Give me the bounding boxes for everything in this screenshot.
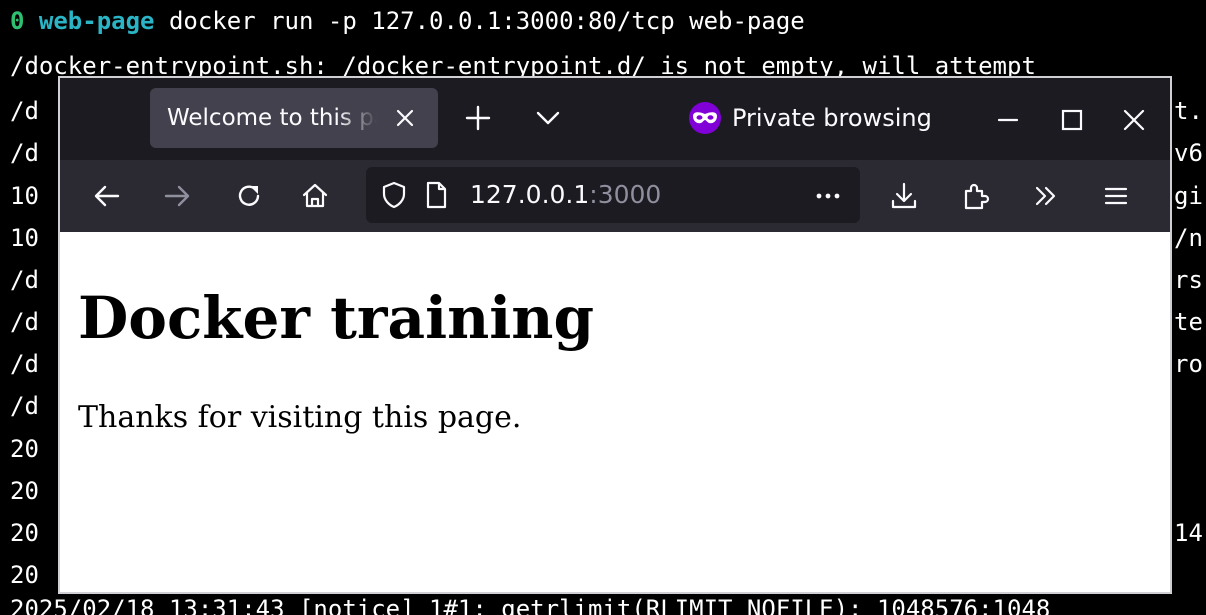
terminal-line-fragment: /n [1174, 224, 1203, 252]
terminal-line-fragment: 20 [10, 435, 39, 463]
prompt-directory: web-page [38, 7, 155, 35]
home-button[interactable] [293, 174, 337, 218]
reload-icon [238, 185, 260, 206]
terminal-line-fragment: t. [1174, 97, 1203, 125]
terminal-line-fragment: 10 [10, 224, 39, 252]
forward-button[interactable] [155, 174, 199, 218]
list-all-tabs-button[interactable] [526, 96, 570, 140]
terminal-line-fragment: ro [1174, 350, 1203, 378]
close-icon [396, 109, 414, 127]
url-input[interactable]: 127.0.0.1:3000 [470, 167, 661, 223]
back-button[interactable] [85, 174, 129, 218]
browser-window: Welcome to this page [58, 76, 1172, 594]
hamburger-menu-icon [1104, 187, 1128, 205]
page-actions-button[interactable] [806, 173, 850, 217]
plus-icon [465, 105, 491, 131]
url-bar[interactable]: 127.0.0.1:3000 [366, 167, 860, 223]
minimize-icon [997, 118, 1019, 122]
terminal-line-fragment: rs [1174, 266, 1203, 294]
terminal-line-fragment: 20 [10, 477, 39, 505]
app-menu-button[interactable] [1094, 174, 1138, 218]
url-host: 127.0.0.1 [470, 180, 590, 209]
tab-close-button[interactable] [390, 103, 420, 133]
shield-icon [382, 181, 406, 209]
terminal-line-fragment: /d [10, 139, 39, 167]
page-icon [426, 181, 447, 209]
navigation-toolbar: 127.0.0.1:3000 [60, 160, 1170, 232]
page-paragraph: Thanks for visiting this page. [78, 400, 522, 435]
terminal-line-fragment: 14 [1174, 519, 1203, 547]
more-icon [816, 193, 840, 199]
terminal-line-fragment: /d [10, 350, 39, 378]
overflow-menu-button[interactable] [1024, 174, 1068, 218]
tab-active[interactable]: Welcome to this page [150, 88, 438, 148]
terminal-line-fragment: /d [10, 266, 39, 294]
page-heading: Docker training [78, 284, 595, 352]
tracking-protection-button[interactable] [372, 173, 416, 217]
extensions-button[interactable] [954, 174, 998, 218]
prompt-command: docker run -p 127.0.0.1:3000:80/tcp web-… [168, 7, 805, 35]
forward-arrow-icon [164, 185, 190, 207]
page-content: Docker training Thanks for visiting this… [60, 232, 1170, 592]
private-browsing-indicator: Private browsing [688, 96, 932, 140]
chevrons-right-icon [1035, 186, 1056, 206]
terminal-line-fragment: gi [1174, 182, 1203, 210]
chevron-down-icon [536, 111, 560, 125]
maximize-icon [1061, 109, 1083, 131]
close-window-button[interactable] [1112, 98, 1156, 142]
minimize-button[interactable] [986, 98, 1030, 142]
terminal-line-fragment: /d [10, 392, 39, 420]
url-port: :3000 [589, 180, 662, 209]
terminal-line-fragment: 20 [10, 519, 39, 547]
terminal-line-fragment: 10 [10, 182, 39, 210]
terminal-prompt-line: 0 web-page docker run -p 127.0.0.1:3000:… [10, 6, 805, 36]
tab-strip: Welcome to this page [60, 78, 1170, 160]
terminal-line-fragment: te [1174, 308, 1203, 336]
private-browsing-label: Private browsing [732, 104, 932, 132]
prompt-status: 0 [10, 7, 25, 35]
close-icon [1123, 109, 1145, 131]
back-arrow-icon [94, 185, 120, 207]
terminal-line-fragment: /d [10, 308, 39, 336]
home-icon [302, 183, 328, 208]
private-mask-icon [688, 101, 722, 135]
terminal-line: 2025/02/18 13:31:43 [notice] 1#1: getrli… [10, 595, 1051, 615]
puzzle-icon [964, 183, 990, 210]
tab-title: Welcome to this page [167, 88, 377, 148]
new-tab-button[interactable] [456, 96, 500, 140]
page-info-button[interactable] [414, 173, 458, 217]
downloads-button[interactable] [882, 174, 926, 218]
reload-button[interactable] [227, 174, 271, 218]
terminal-line-fragment: 20 [10, 561, 39, 589]
terminal-line-fragment: /d [10, 97, 39, 125]
download-icon [891, 182, 917, 209]
terminal-line-fragment: v6 [1174, 139, 1203, 167]
maximize-button[interactable] [1050, 98, 1094, 142]
